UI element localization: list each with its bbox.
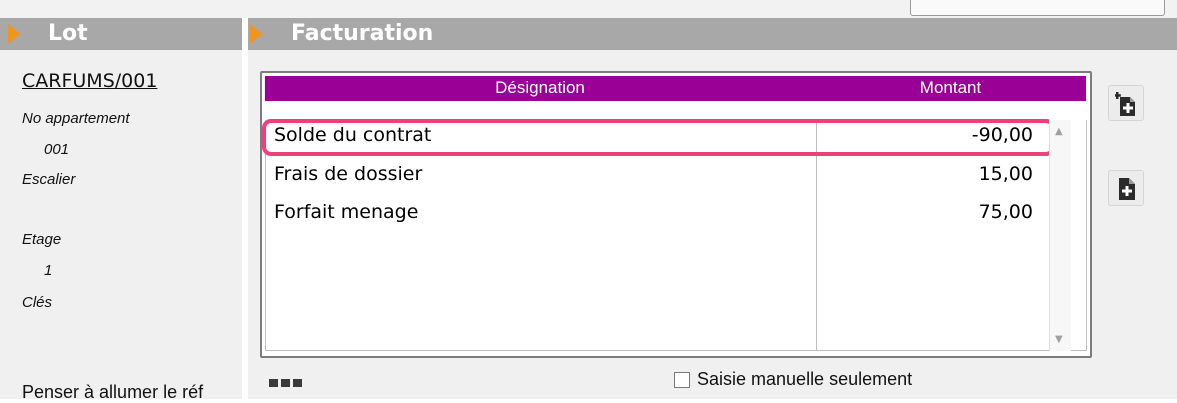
- vertical-scrollbar[interactable]: ▲ ▼: [1049, 120, 1071, 351]
- lot-title: Lot: [48, 21, 88, 46]
- insert-row-icon: [1115, 92, 1135, 116]
- cell-montant[interactable]: 15,00: [979, 163, 1033, 185]
- more-dots-icon[interactable]: [269, 372, 305, 391]
- table-row[interactable]: Forfait menage 75,00: [266, 197, 1046, 233]
- facturation-grid: Désignation Montant Solde du contrat -90…: [260, 71, 1092, 358]
- facturation-header: Facturation: [248, 18, 1177, 50]
- facturation-title: Facturation: [291, 21, 434, 46]
- cell-designation[interactable]: Frais de dossier: [274, 163, 422, 185]
- facturation-panel: Facturation Désignation Montant Solde du…: [248, 18, 1177, 399]
- add-row-button[interactable]: [1108, 170, 1144, 206]
- scroll-up-icon[interactable]: ▲: [1055, 126, 1063, 137]
- expand-arrow-icon[interactable]: [8, 24, 21, 44]
- top-dropdown[interactable]: [910, 0, 1165, 16]
- lot-header: Lot: [0, 18, 242, 50]
- column-header-montant[interactable]: Montant: [815, 78, 1086, 98]
- lot-field-label: No appartement: [22, 110, 130, 127]
- insert-row-button[interactable]: [1108, 85, 1144, 121]
- row-highlight: [262, 119, 1055, 156]
- lot-field-value: 001: [44, 141, 70, 158]
- lot-field-value: 1: [44, 262, 53, 279]
- cell-montant[interactable]: 75,00: [979, 201, 1033, 223]
- top-strip: [0, 0, 1177, 18]
- checkbox-box[interactable]: [674, 371, 690, 388]
- table-row[interactable]: Solde du contrat -90,00: [262, 119, 1055, 156]
- lot-reference-link[interactable]: CARFUMS/001: [22, 70, 157, 92]
- scroll-down-icon[interactable]: ▼: [1055, 334, 1063, 345]
- lot-field-label: Etage: [22, 231, 62, 248]
- lot-panel: Lot CARFUMS/001 No appartement 001 Escal…: [0, 18, 242, 402]
- lot-note: Penser à allumer le réf: [22, 382, 204, 402]
- lot-field-label: Clés: [22, 294, 53, 311]
- manual-only-label[interactable]: Saisie manuelle seulement: [697, 369, 912, 390]
- cell-designation[interactable]: Forfait menage: [274, 201, 418, 223]
- lot-field-label: Escalier: [22, 171, 76, 188]
- expand-arrow-icon[interactable]: [250, 24, 263, 44]
- add-row-icon: [1119, 178, 1135, 200]
- grid-header: Désignation Montant: [265, 76, 1086, 101]
- table-row[interactable]: Frais de dossier 15,00: [266, 159, 1046, 195]
- manual-only-checkbox[interactable]: Saisie manuelle seulement: [674, 369, 912, 390]
- column-header-designation[interactable]: Désignation: [265, 78, 815, 98]
